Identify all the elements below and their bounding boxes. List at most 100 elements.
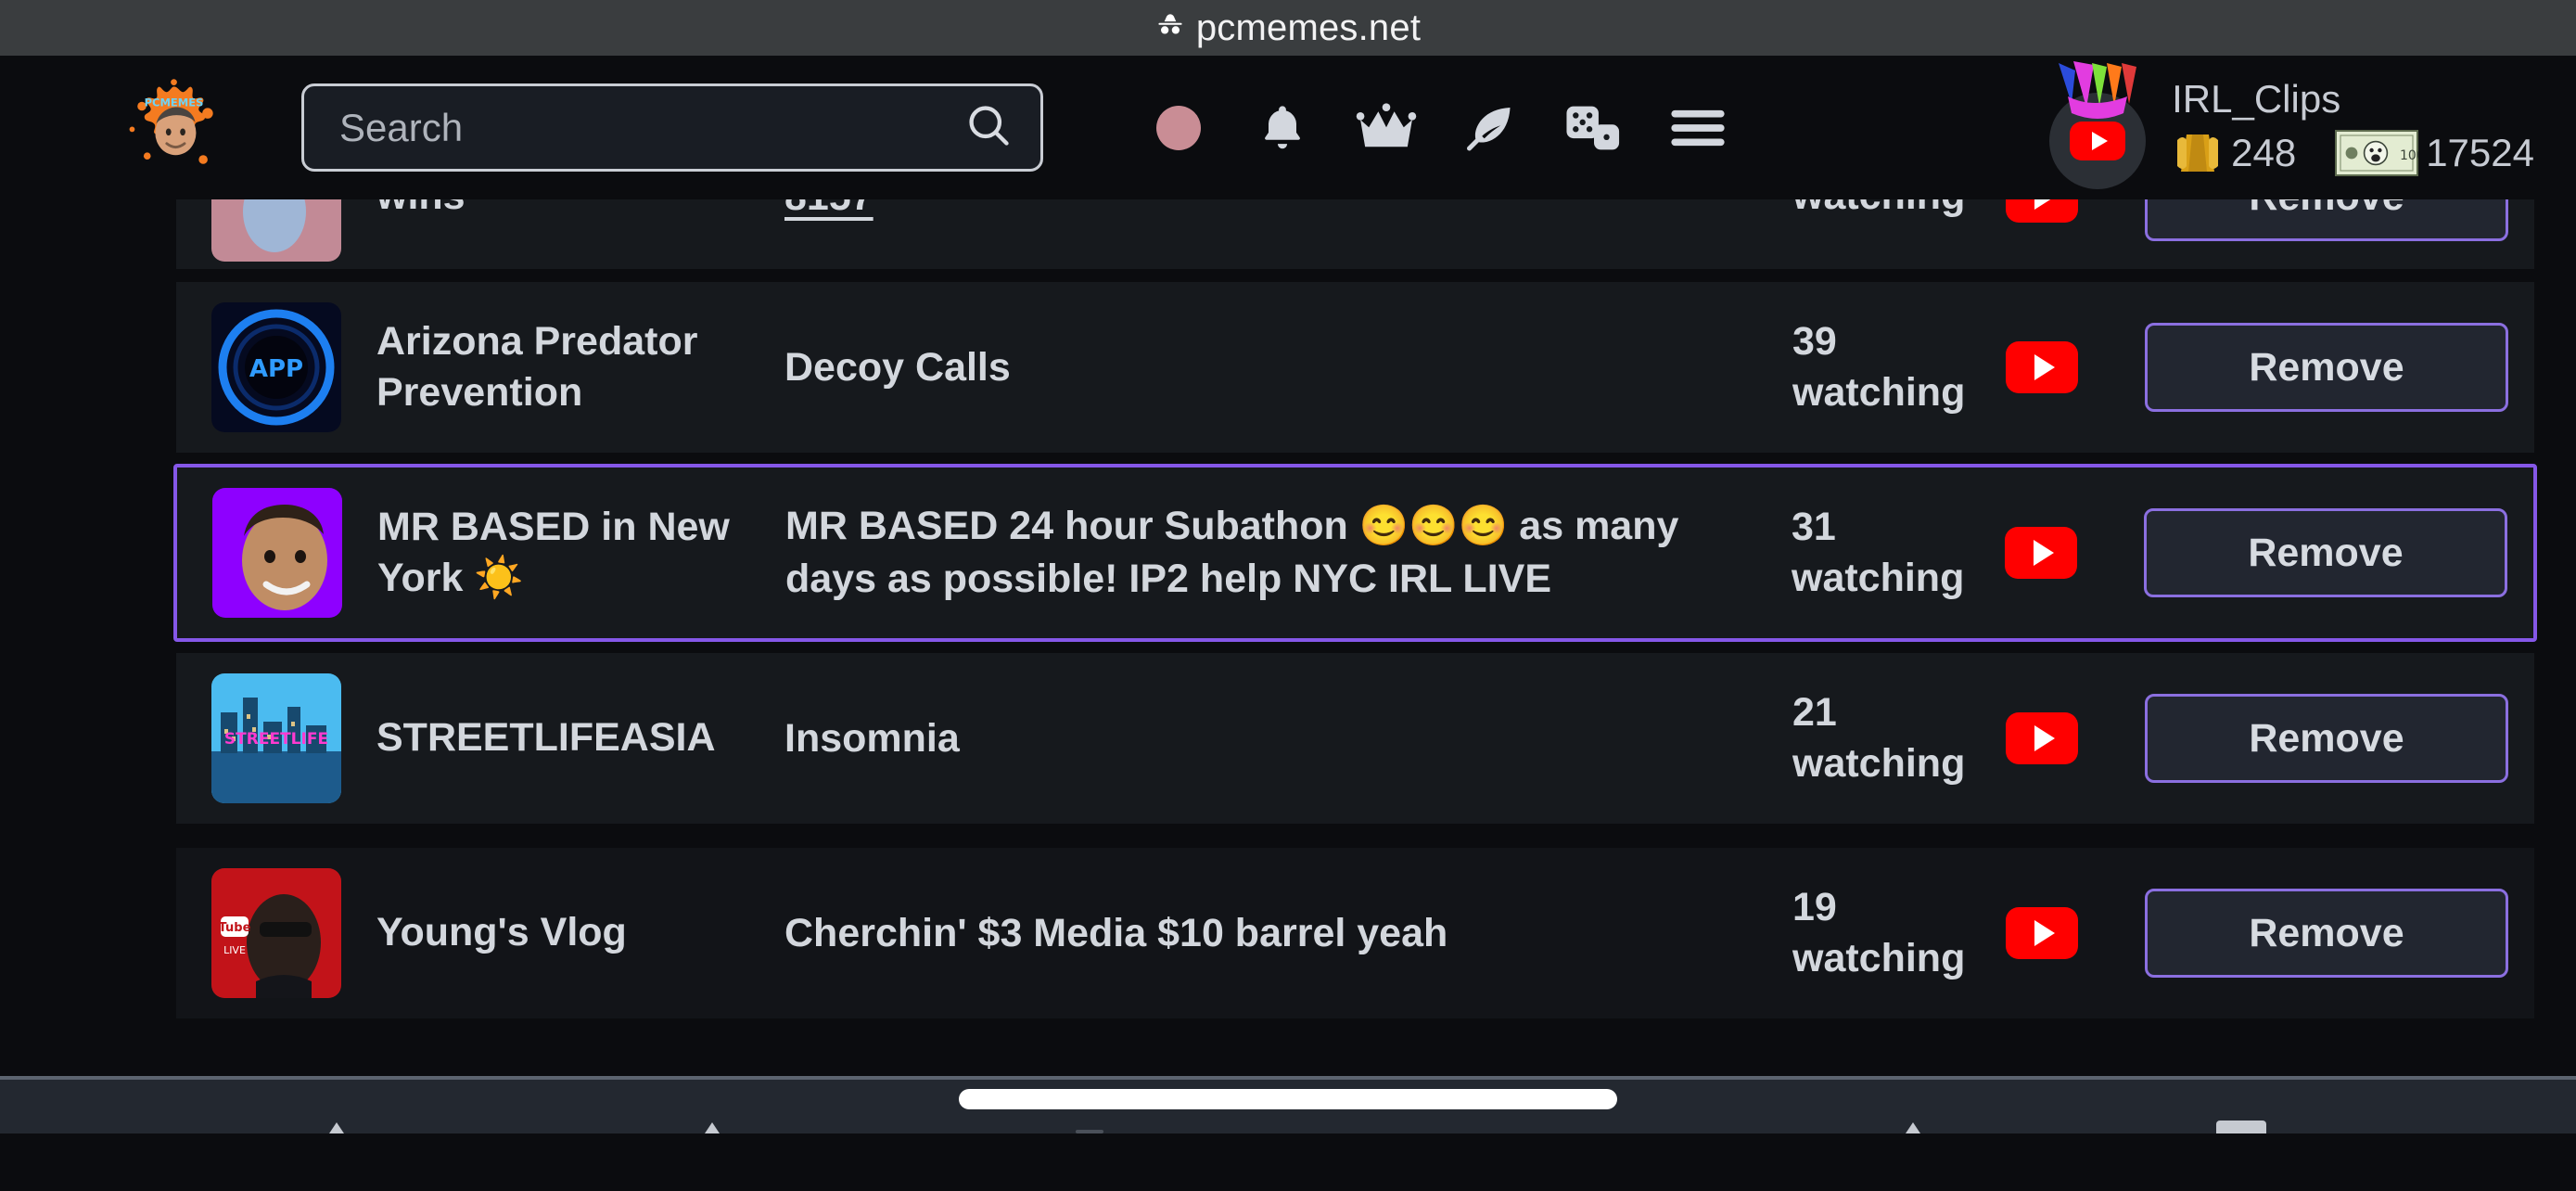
youtube-icon[interactable] bbox=[2005, 527, 2077, 579]
stream-thumbnail[interactable] bbox=[212, 488, 342, 618]
table-row-selected[interactable]: MR BASED in New York ☀️ MR BASED 24 hour… bbox=[173, 464, 2537, 642]
stream-thumbnail[interactable] bbox=[211, 199, 341, 262]
play-triangle-icon bbox=[2034, 540, 2054, 566]
channel-name[interactable]: STREETLIFEASIA bbox=[376, 712, 766, 763]
browser-bottom-toolbar[interactable] bbox=[0, 1076, 2576, 1133]
feather-icon[interactable] bbox=[1438, 86, 1542, 170]
table-row[interactable]: wins 8157 watching Remove bbox=[176, 199, 2534, 269]
remove-cell: Remove bbox=[2145, 694, 2534, 783]
currency-row: 248 100 17524 bbox=[2172, 129, 2534, 176]
hamburger-menu-icon[interactable] bbox=[1646, 86, 1750, 170]
stream-title[interactable]: MR BASED 24 hour Subathon 😊😊😊 as many da… bbox=[785, 500, 1792, 606]
back-icon[interactable] bbox=[329, 1122, 344, 1133]
viewer-number: 39 bbox=[1792, 318, 1837, 364]
table-row[interactable]: Tube LIVE Young's Vlog Cherchin' $3 Medi… bbox=[176, 848, 2534, 1018]
youtube-icon[interactable] bbox=[2006, 199, 2078, 223]
viewer-number: 19 bbox=[1792, 884, 1837, 929]
play-triangle-icon bbox=[2034, 920, 2055, 946]
remove-button[interactable]: Remove bbox=[2145, 323, 2508, 412]
remove-button[interactable]: Remove bbox=[2144, 508, 2507, 597]
platform-badge[interactable] bbox=[2006, 341, 2145, 393]
youtube-icon bbox=[2070, 121, 2126, 160]
play-triangle-icon bbox=[2034, 199, 2055, 210]
remove-button[interactable]: Remove bbox=[2145, 694, 2508, 783]
bell-icon[interactable] bbox=[1231, 86, 1334, 170]
viewer-number: 31 bbox=[1792, 504, 1836, 549]
browser-toolbar-icons bbox=[0, 1119, 2576, 1133]
tabs-icon[interactable] bbox=[2216, 1121, 2266, 1133]
home-indicator[interactable] bbox=[959, 1089, 1617, 1109]
user-meta: IRL_Clips 248 10 17524 bbox=[2172, 77, 2534, 176]
stream-title[interactable]: Cherchin' $3 Media $10 barrel yeah bbox=[784, 907, 1792, 960]
platform-badge[interactable] bbox=[2006, 907, 2145, 959]
channel-name[interactable]: Young's Vlog bbox=[376, 907, 766, 958]
platform-badge[interactable] bbox=[2006, 199, 2145, 223]
search-input[interactable] bbox=[339, 105, 964, 150]
viewer-count: 39 watching bbox=[1792, 316, 2006, 418]
viewer-label: watching bbox=[1792, 936, 1966, 980]
incognito-icon bbox=[1155, 11, 1185, 45]
splat-logo-icon: PCMEMES bbox=[129, 79, 213, 164]
coin-balance: 248 bbox=[2231, 130, 2297, 174]
platform-badge[interactable] bbox=[2006, 712, 2145, 764]
table-row[interactable]: APP Arizona Predator Prevention Decoy Ca… bbox=[176, 282, 2534, 453]
viewer-count: 31 watching bbox=[1792, 502, 2005, 604]
viewer-count: 21 watching bbox=[1792, 687, 2006, 789]
search-icon[interactable] bbox=[964, 101, 1013, 154]
remove-cell: Remove bbox=[2145, 323, 2534, 412]
channel-name[interactable]: Arizona Predator Prevention bbox=[376, 316, 766, 418]
channel-name[interactable]: MR BASED in New York ☀️ bbox=[377, 502, 767, 604]
viewer-count: 19 watching bbox=[1792, 882, 2006, 984]
svg-text:STREETLIFE: STREETLIFE bbox=[224, 730, 328, 749]
play-triangle-icon bbox=[2034, 354, 2055, 380]
stream-thumbnail[interactable]: STREETLIFE bbox=[211, 673, 341, 803]
stream-title-number[interactable]: 8157 bbox=[784, 199, 874, 219]
svg-text:100: 100 bbox=[2400, 148, 2418, 163]
user-account-area[interactable]: IRL_Clips 248 10 17524 bbox=[2049, 60, 2534, 189]
platform-badge[interactable] bbox=[2005, 527, 2144, 579]
youtube-icon[interactable] bbox=[2006, 712, 2078, 764]
stream-list: wins 8157 watching Remove bbox=[0, 199, 2576, 1018]
stream-title[interactable]: 8157 bbox=[784, 199, 1792, 223]
channel-name[interactable]: wins bbox=[376, 199, 766, 223]
viewer-number: 21 bbox=[1792, 689, 1837, 735]
site-header: PCMEMES Search IRL_Clips 248 10 17524 bbox=[0, 56, 2576, 199]
svg-text:APP: APP bbox=[249, 355, 303, 383]
username-label: IRL_Clips bbox=[2172, 77, 2341, 122]
browser-url-bar[interactable]: pcmemes.net bbox=[0, 0, 2576, 56]
svg-text:Tube: Tube bbox=[219, 921, 251, 935]
status-dot-icon[interactable] bbox=[1127, 86, 1231, 170]
stream-thumbnail[interactable]: APP bbox=[211, 302, 341, 432]
site-logo[interactable]: PCMEMES bbox=[121, 74, 227, 181]
status-dot-shape bbox=[1156, 105, 1201, 150]
remove-cell: Remove bbox=[2145, 199, 2534, 241]
forward-icon[interactable] bbox=[705, 1122, 720, 1133]
dice-icon[interactable] bbox=[1542, 86, 1646, 170]
remove-cell: Remove bbox=[2144, 508, 2533, 597]
bookmarks-icon[interactable] bbox=[1906, 1122, 1920, 1133]
search-bar[interactable] bbox=[301, 83, 1043, 172]
page-viewport: PCMEMES Search IRL_Clips 248 10 17524 AP… bbox=[0, 56, 2576, 1133]
gold-bar-icon bbox=[2177, 134, 2219, 172]
remove-button[interactable]: Remove bbox=[2145, 889, 2508, 978]
rainbow-crown-icon bbox=[2059, 60, 2137, 119]
share-icon[interactable] bbox=[1076, 1130, 1103, 1133]
viewer-label: watching bbox=[1792, 556, 1965, 600]
stream-thumbnail[interactable]: Tube LIVE bbox=[211, 868, 341, 998]
cash-balance: 17524 bbox=[2426, 130, 2534, 174]
header-icon-group bbox=[1127, 86, 2040, 170]
crown-icon[interactable] bbox=[1334, 86, 1438, 170]
avatar[interactable] bbox=[2049, 60, 2147, 189]
viewer-count: watching bbox=[1792, 199, 2006, 223]
remove-button[interactable]: Remove bbox=[2145, 199, 2508, 241]
url-text: pcmemes.net bbox=[1195, 6, 1422, 48]
svg-text:PCMEMES: PCMEMES bbox=[145, 96, 204, 109]
youtube-icon[interactable] bbox=[2006, 907, 2078, 959]
table-row[interactable]: STREETLIFE STREETLIFEASIA Insomnia 21 wa… bbox=[176, 653, 2534, 824]
viewer-label: watching bbox=[1792, 741, 1966, 786]
stream-title[interactable]: Insomnia bbox=[784, 712, 1792, 765]
stream-title[interactable]: Decoy Calls bbox=[784, 341, 1792, 394]
svg-text:LIVE: LIVE bbox=[223, 944, 246, 956]
youtube-icon[interactable] bbox=[2006, 341, 2078, 393]
stream-row-clipped[interactable]: wins 8157 watching Remove bbox=[176, 199, 2534, 269]
